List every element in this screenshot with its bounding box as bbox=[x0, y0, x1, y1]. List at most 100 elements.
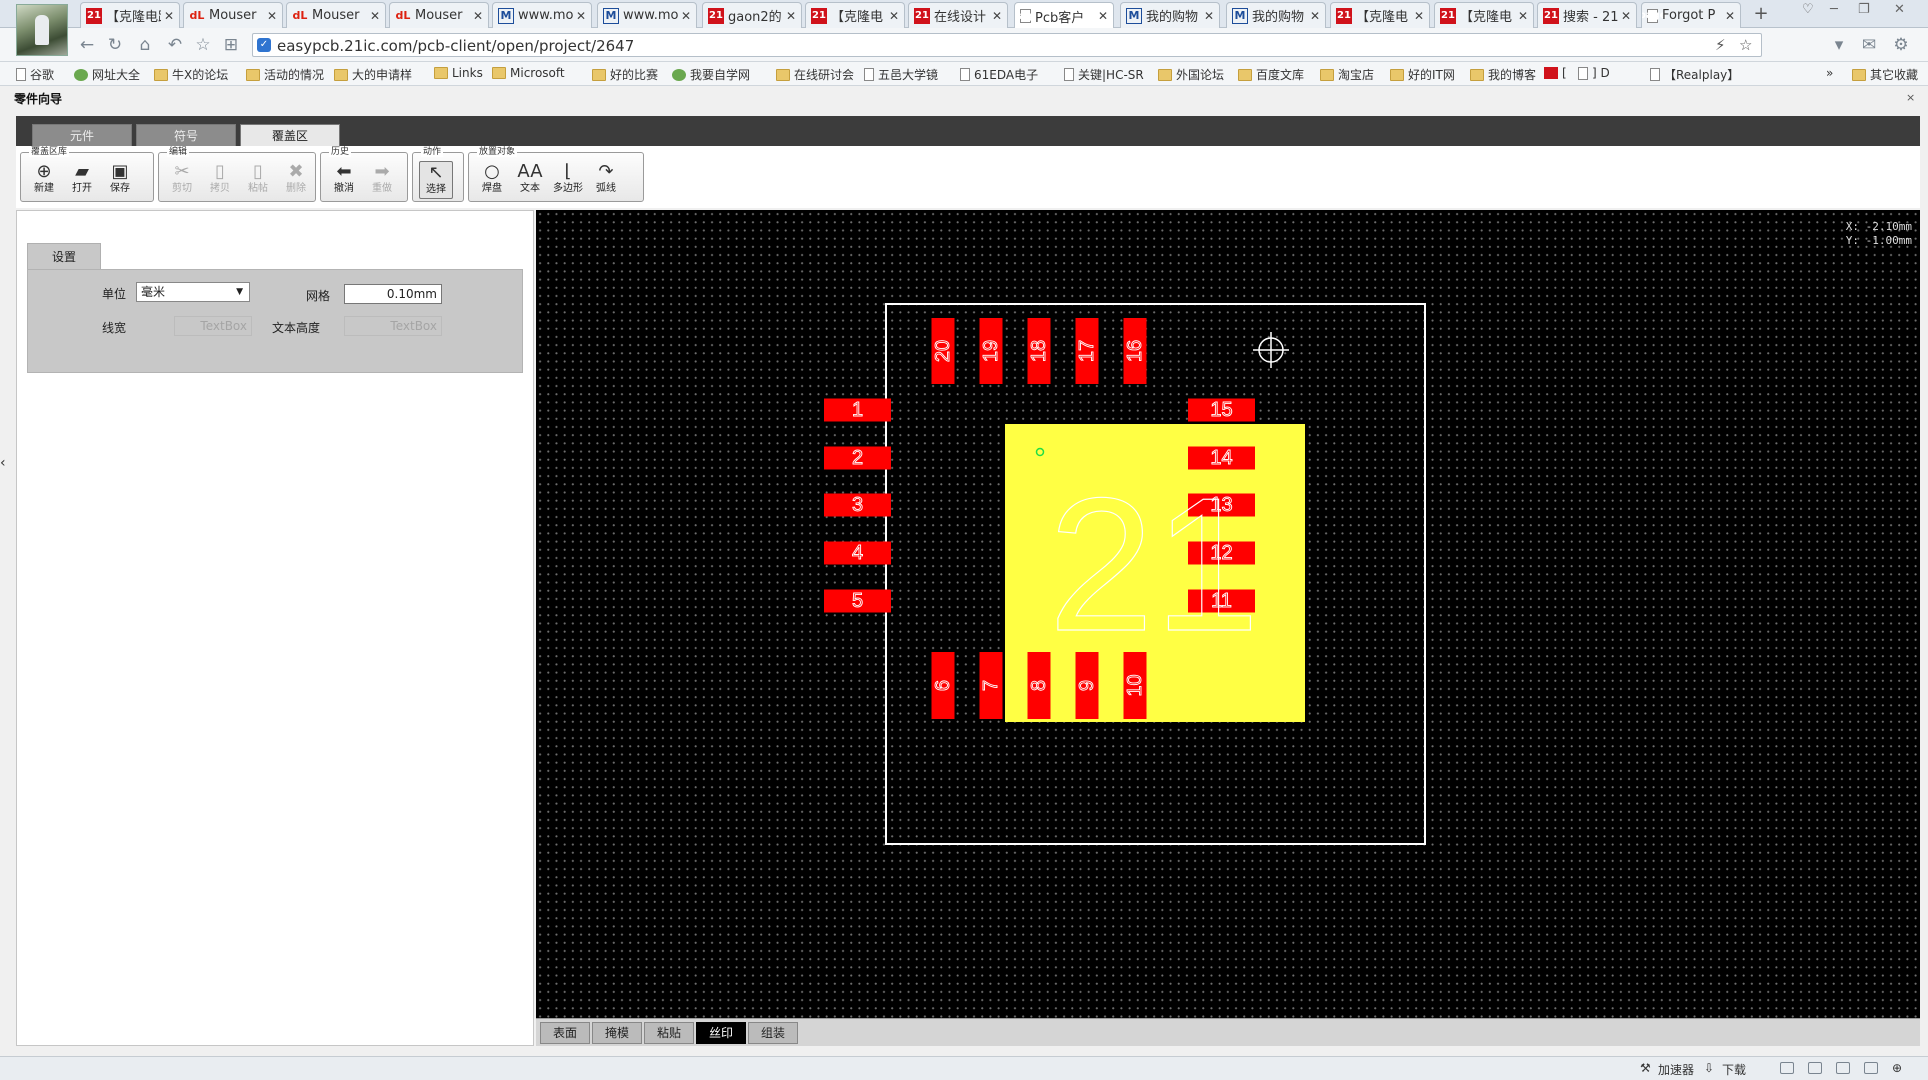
bookmark-item[interactable]: 在线研讨会 bbox=[776, 66, 854, 83]
paste-button[interactable]: ▯ 粘帖 bbox=[241, 161, 275, 199]
tab-close-icon[interactable]: ✕ bbox=[1621, 9, 1631, 23]
minimize-icon[interactable]: ─ bbox=[1830, 2, 1838, 17]
close-window-icon[interactable]: ✕ bbox=[1894, 2, 1905, 17]
address-bar[interactable]: ✓ easypcb.21ic.com/pcb-client/open/proje… bbox=[252, 33, 1762, 57]
layer-tab[interactable]: 掩模 bbox=[592, 1022, 642, 1044]
undo-close-icon[interactable]: ↶ bbox=[164, 36, 186, 54]
unit-select[interactable]: 毫米 ▼ bbox=[136, 282, 250, 302]
bookmark-item[interactable]: 61EDA电子 bbox=[960, 66, 1038, 83]
browser-tab[interactable]: 21 搜索 - 21 ✕ bbox=[1537, 2, 1637, 28]
app-tab[interactable]: 符号 bbox=[136, 124, 236, 146]
tab-close-icon[interactable]: ✕ bbox=[1310, 9, 1320, 23]
redo-button[interactable]: ➡ 重做 bbox=[365, 161, 399, 199]
lightning-icon[interactable]: ⚡ bbox=[1715, 36, 1726, 54]
browser-tab[interactable]: Mwww.mou✕ bbox=[597, 2, 697, 28]
browser-tab[interactable]: 21 【克隆电 ✕ bbox=[805, 2, 905, 28]
bookmark-item[interactable]: Microsoft bbox=[492, 66, 565, 80]
browser-tab[interactable]: 21 【克隆电路✕ bbox=[80, 2, 180, 28]
undo-button[interactable]: ⬅ 撤消 bbox=[327, 161, 361, 199]
tab-close-icon[interactable]: ✕ bbox=[786, 9, 796, 23]
bookmark-item[interactable]: 关键|HC-SR bbox=[1064, 66, 1144, 83]
tab-close-icon[interactable]: ✕ bbox=[1204, 9, 1214, 23]
pcb-canvas[interactable]: X: -2.10mm Y: -1.00mm 20 19 18 17 16 6 7 8 9 10 1 2… bbox=[536, 210, 1920, 1018]
screenshot-icon[interactable] bbox=[1780, 1062, 1794, 1074]
copy-button[interactable]: ▯ 拷贝 bbox=[203, 161, 237, 199]
zoom-icon[interactable]: ⊕ bbox=[1892, 1061, 1902, 1075]
new-tab-button[interactable]: + bbox=[1746, 4, 1776, 26]
browser-tab[interactable]: M 我的购物 ✕ bbox=[1120, 2, 1220, 28]
bookmark-item[interactable]: 谷歌 bbox=[16, 66, 54, 83]
cut-button[interactable]: ✂ 剪切 bbox=[165, 161, 199, 199]
url-text[interactable]: easypcb.21ic.com/pcb-client/open/project… bbox=[277, 37, 634, 55]
user-avatar[interactable] bbox=[16, 4, 68, 56]
tab-close-icon[interactable]: ✕ bbox=[370, 9, 380, 23]
browser-tab[interactable]: 21 gaon2的 ✕ bbox=[702, 2, 802, 28]
home-icon[interactable]: ⌂ bbox=[134, 36, 156, 54]
download-label[interactable]: 下载 bbox=[1722, 1061, 1746, 1078]
layer-tab[interactable]: 丝印 bbox=[696, 1022, 746, 1044]
tab-close-icon[interactable]: ✕ bbox=[164, 9, 174, 23]
bookmark-item[interactable]: 五邑大学镜 bbox=[864, 66, 938, 83]
tab-close-icon[interactable]: ✕ bbox=[681, 9, 691, 23]
arc-button[interactable]: ↷ 弧线 bbox=[589, 161, 623, 199]
browser-tab[interactable]: M 我的购物 ✕ bbox=[1226, 2, 1326, 28]
app-close-icon[interactable]: × bbox=[1906, 91, 1915, 104]
bookmark-item[interactable]: 百度文库 bbox=[1238, 66, 1304, 83]
line-width-input[interactable]: TextBox bbox=[174, 316, 252, 336]
text-height-input[interactable]: TextBox bbox=[344, 316, 442, 336]
download-icon[interactable]: ⇩ bbox=[1704, 1061, 1714, 1075]
bookmark-item[interactable]: 网址大全 bbox=[74, 66, 140, 83]
mail-icon[interactable]: ✉ bbox=[1858, 36, 1880, 54]
bookmark-item[interactable]: 我要自学网 bbox=[672, 66, 750, 83]
tab-close-icon[interactable]: ✕ bbox=[1098, 9, 1108, 23]
bookmark-item[interactable]: 我的博客 bbox=[1470, 66, 1536, 83]
tab-close-icon[interactable]: ✕ bbox=[1518, 9, 1528, 23]
favorite-star-icon[interactable]: ☆ bbox=[192, 36, 214, 54]
apps-grid-icon[interactable]: ⊞ bbox=[220, 36, 242, 54]
bookmark-other[interactable]: 其它收藏 bbox=[1852, 66, 1918, 83]
app-tab[interactable]: 元件 bbox=[32, 124, 132, 146]
bookmark-item[interactable]: 牛X的论坛 bbox=[154, 66, 228, 83]
dropdown-icon[interactable]: ▾ bbox=[1828, 36, 1850, 54]
tab-close-icon[interactable]: ✕ bbox=[267, 9, 277, 23]
bookmarks-more-icon[interactable]: » bbox=[1826, 66, 1833, 80]
window-icon[interactable] bbox=[1864, 1062, 1878, 1074]
save-button[interactable]: ▣ 保存 bbox=[103, 161, 137, 199]
layer-tab[interactable]: 表面 bbox=[540, 1022, 590, 1044]
open-folder-button[interactable]: ▰ 打开 bbox=[65, 161, 99, 199]
polygon-button[interactable]: ⌊ 多边形 bbox=[551, 161, 585, 199]
browser-tab[interactable]: Mwww.mou✕ bbox=[492, 2, 592, 28]
back-icon[interactable]: ← bbox=[76, 36, 98, 54]
bookmark-item[interactable]: 好的比赛 bbox=[592, 66, 658, 83]
browser-tab[interactable]: 21 【克隆电 ✕ bbox=[1434, 2, 1534, 28]
accelerator-label[interactable]: 加速器 bbox=[1658, 1061, 1694, 1078]
bookmark-item[interactable]: ] D bbox=[1578, 66, 1610, 80]
refresh-icon[interactable]: ↻ bbox=[104, 36, 126, 54]
browser-tab[interactable]: 21 【克隆电 ✕ bbox=[1330, 2, 1430, 28]
bookmark-item[interactable]: 大的申请样 bbox=[334, 66, 412, 83]
delete-button[interactable]: ✖ 删除 bbox=[279, 161, 313, 199]
browser-tab[interactable]: page Forgot P ✕ bbox=[1641, 2, 1741, 28]
tab-close-icon[interactable]: ✕ bbox=[1414, 9, 1424, 23]
grid-input[interactable]: 0.10mm bbox=[344, 284, 442, 304]
bookmark-item[interactable]: [ bbox=[1544, 66, 1567, 80]
tab-close-icon[interactable]: ✕ bbox=[473, 9, 483, 23]
skin-icon[interactable]: ♡ bbox=[1802, 2, 1814, 17]
speaker-icon[interactable] bbox=[1836, 1062, 1850, 1074]
bookmark-item[interactable]: 【Realplay】 bbox=[1650, 66, 1739, 83]
settings-icon[interactable]: ⚙ bbox=[1890, 36, 1912, 54]
browser-tab[interactable]: dL Mouser ✕ bbox=[389, 2, 489, 28]
tab-close-icon[interactable]: ✕ bbox=[992, 9, 1002, 23]
bookmark-item[interactable]: Links bbox=[434, 66, 483, 80]
browser-tab[interactable]: 21 在线设计 ✕ bbox=[908, 2, 1008, 28]
restore-icon[interactable]: ❐ bbox=[1858, 2, 1870, 17]
layer-tab[interactable]: 粘贴 bbox=[644, 1022, 694, 1044]
new-button[interactable]: ⊕ 新建 bbox=[27, 161, 61, 199]
tab-settings[interactable]: 设置 bbox=[27, 243, 101, 269]
bookmark-star-icon[interactable]: ☆ bbox=[1739, 36, 1752, 54]
trash-icon[interactable] bbox=[1808, 1062, 1822, 1074]
browser-tab[interactable]: dL Mouser ✕ bbox=[286, 2, 386, 28]
bookmark-item[interactable]: 活动的情况 bbox=[246, 66, 324, 83]
bookmark-item[interactable]: 外国论坛 bbox=[1158, 66, 1224, 83]
accelerator-icon[interactable]: ⚒ bbox=[1640, 1061, 1651, 1075]
